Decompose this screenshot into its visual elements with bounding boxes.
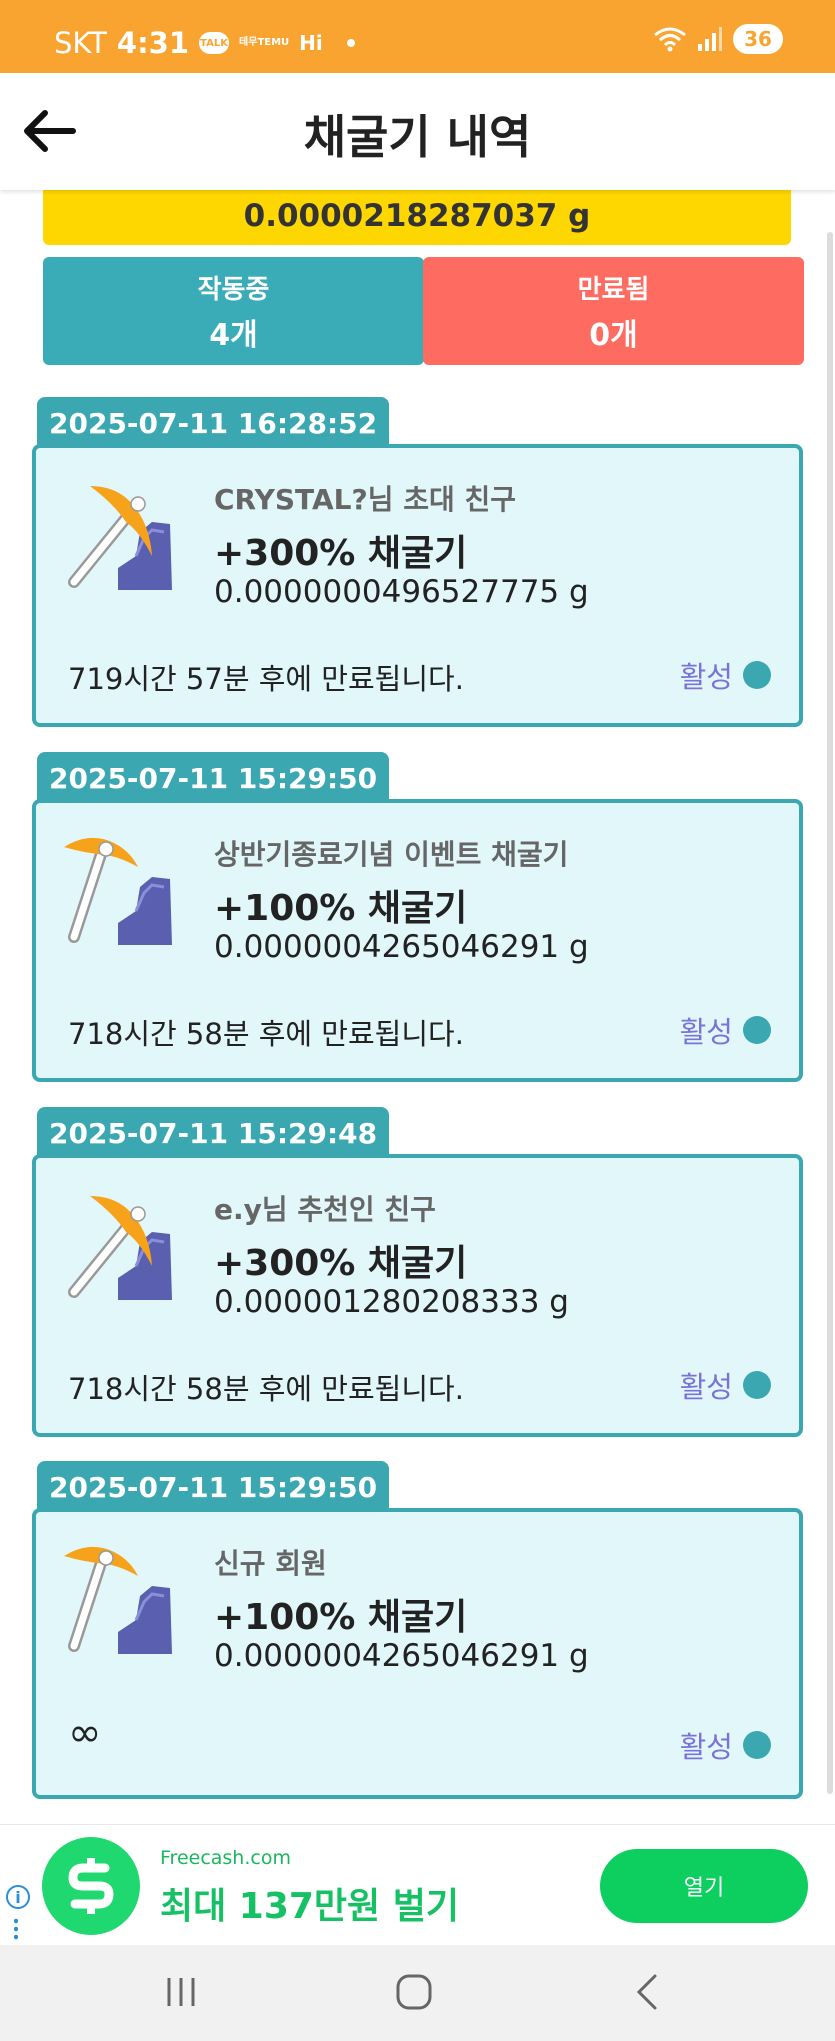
pickaxe-icon (64, 1546, 172, 1654)
expired-count: 0개 (589, 317, 638, 353)
miner-status-label: 활성 (679, 1370, 733, 1404)
miner-date: 2025-07-11 16:28:52 (37, 397, 390, 450)
miner-status-label: 활성 (679, 660, 733, 694)
miner-status: 활성 (680, 1724, 771, 1766)
miner-status: 활성 (680, 1364, 771, 1406)
miner-status: 활성 (680, 1009, 771, 1051)
temu-icon-top: 테무 (239, 37, 258, 48)
pickaxe-icon (64, 837, 172, 945)
ad-domain[interactable]: Freecash.com (160, 1847, 291, 1869)
scrollbar[interactable] (827, 232, 833, 1794)
recents-icon (167, 1978, 195, 2006)
miner-source: e.y님 추천인 친구 (214, 1193, 436, 1226)
miner-amount: 0.0000000496527775 g (214, 574, 589, 610)
pickaxe-icon (68, 486, 172, 590)
status-bar-right: 36 (653, 24, 783, 54)
status-bar: SKT 4:31 TALK 테무 TEMU Hi 36 (0, 0, 835, 73)
miner-date: 2025-07-11 15:29:48 (37, 1107, 390, 1160)
miner-amount: 0.000001280208333 g (214, 1284, 569, 1320)
miner-status: 활성 (680, 654, 771, 696)
status-dot-icon (743, 1731, 771, 1759)
pickaxe-icon (68, 1196, 172, 1300)
miner-date: 2025-07-11 15:29:50 (37, 752, 390, 805)
miner-entry: 2025-07-11 16:28:52 CRYSTAL?님 초대 친구 +300… (32, 397, 803, 727)
miner-status-label: 활성 (679, 1730, 733, 1764)
active-count: 4개 (209, 317, 258, 353)
signal-icon (698, 27, 722, 51)
miner-entry: 2025-07-11 15:29:50 신규 회원 +100% 채굴기 0.00… (32, 1461, 803, 1799)
miner-expiry: 719시간 57분 후에 만료됩니다. (68, 662, 464, 696)
miner-source: 신규 회원 (214, 1547, 327, 1580)
miner-rate: +100% 채굴기 (214, 1597, 468, 1638)
miner-amount: 0.0000004265046291 g (214, 929, 589, 965)
carrier-label: SKT (54, 26, 107, 60)
miner-source: CRYSTAL?님 초대 친구 (214, 483, 516, 516)
miner-amount: 0.0000004265046291 g (214, 1638, 589, 1674)
wifi-icon (654, 27, 686, 52)
back-chevron-icon (636, 1974, 657, 2010)
status-dot-icon (743, 1016, 771, 1044)
miner-card: 상반기종료기념 이벤트 채굴기 +100% 채굴기 0.000000426504… (32, 799, 803, 1082)
miner-rate: +300% 채굴기 (214, 533, 468, 574)
page-title: 채굴기 내역 (303, 110, 532, 164)
miner-entry: 2025-07-11 15:29:50 상반기종료기념 이벤트 채굴기 +100… (32, 752, 803, 1082)
status-dot-icon (743, 1371, 771, 1399)
hi-icon: Hi (299, 31, 323, 55)
miner-expiry: 718시간 58분 후에 만료됩니다. (68, 1017, 464, 1051)
miner-entry: 2025-07-11 15:29:48 e.y님 추천인 친구 +300% 채굴… (32, 1107, 803, 1437)
ad-open-button[interactable]: 열기 (600, 1849, 808, 1923)
expired-miners-box[interactable]: 만료됨 0개 (423, 257, 804, 365)
total-amount-bar: 0.0000218287037 g (43, 186, 791, 245)
system-nav-bar (0, 1945, 835, 2041)
ad-banner[interactable]: i Freecash.com 최대 137만원 벌기 열기 (0, 1824, 835, 1945)
ad-more-icon[interactable] (14, 1917, 18, 1941)
miner-status-label: 활성 (679, 1015, 733, 1049)
status-dot-icon (743, 661, 771, 689)
freecash-logo-icon[interactable] (42, 1837, 140, 1935)
miner-card: e.y님 추천인 친구 +300% 채굴기 0.000001280208333 … (32, 1154, 803, 1437)
ad-headline[interactable]: 최대 137만원 벌기 (160, 1877, 459, 1929)
miner-source: 상반기종료기념 이벤트 채굴기 (214, 838, 569, 871)
kakaotalk-icon: TALK (199, 32, 230, 54)
status-bar-left: SKT 4:31 TALK 테무 TEMU Hi (54, 26, 355, 60)
ad-info-icon[interactable]: i (6, 1885, 30, 1909)
miner-card: 신규 회원 +100% 채굴기 0.0000004265046291 g ∞ 활… (32, 1508, 803, 1799)
active-label: 작동중 (197, 274, 270, 305)
miner-card: CRYSTAL?님 초대 친구 +300% 채굴기 0.000000049652… (32, 444, 803, 727)
back-nav-button[interactable] (617, 1967, 677, 2017)
battery-indicator: 36 (733, 24, 783, 54)
home-button[interactable] (384, 1967, 444, 2017)
miner-expiry: 718시간 58분 후에 만료됩니다. (68, 1372, 464, 1406)
miner-rate: +300% 채굴기 (214, 1243, 468, 1284)
expired-label: 만료됨 (577, 274, 650, 305)
miner-rate: +100% 채굴기 (214, 888, 468, 929)
recents-button[interactable] (151, 1967, 211, 2017)
home-icon (396, 1974, 432, 2010)
app-header: 채굴기 내역 (0, 73, 835, 190)
miner-date: 2025-07-11 15:29:50 (37, 1461, 390, 1514)
miner-expiry-infinite: ∞ (68, 1710, 102, 1756)
active-miners-box[interactable]: 작동중 4개 (43, 257, 424, 365)
clock: 4:31 (116, 26, 190, 60)
temu-icon: 테무 TEMU (239, 38, 289, 48)
dollar-icon (68, 1858, 114, 1914)
notification-dot-icon (346, 39, 355, 47)
temu-icon-bottom: TEMU (257, 37, 290, 48)
